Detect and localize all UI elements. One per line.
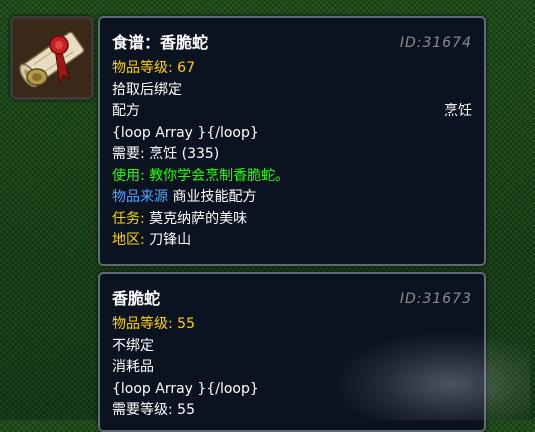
recipe-scroll-icon [13, 19, 91, 97]
zone-value[interactable]: 刀锋山 [149, 232, 191, 248]
quest-row: 任务: 莫克纳萨的美味 [112, 209, 472, 231]
tooltip-header: 香脆蛇 ID:31673 [112, 286, 472, 312]
item-level-row: 物品等级: 55 [112, 314, 472, 336]
item-icon-frame[interactable] [10, 16, 94, 100]
item-level-value: 67 [177, 60, 195, 76]
zone-row: 地区: 刀锋山 [112, 230, 472, 252]
item-type: 配方 [112, 103, 140, 119]
item-type: 消耗品 [112, 359, 154, 375]
zone-label: 地区: [112, 232, 145, 248]
item-type-row: 配方 烹饪 [112, 101, 472, 123]
binding-text: 拾取后绑定 [112, 81, 182, 98]
loop-placeholder: {loop Array }{/loop} [112, 380, 259, 397]
binding-text: 不绑定 [112, 337, 154, 354]
source-value: 商业技能配方 [172, 189, 257, 205]
loop-placeholder: {loop Array }{/loop} [112, 124, 259, 141]
source-row: 物品来源 商业技能配方 [112, 187, 472, 209]
recipe-tooltip: 食谱：香脆蛇 ID:31674 物品等级: 67 拾取后绑定 配方 烹饪 {lo… [98, 16, 486, 266]
item-level-row: 物品等级: 67 [112, 58, 472, 80]
requirement-text: 需要: 烹饪 (335) [112, 146, 220, 162]
item-tooltip: 香脆蛇 ID:31673 物品等级: 55 不绑定 消耗品 {loop Arra… [98, 272, 486, 432]
source-label[interactable]: 物品来源 [112, 189, 168, 205]
item-level-label: 物品等级: [112, 316, 173, 332]
item-level-value: 55 [177, 316, 195, 332]
required-level-row: 需要等级: 55 [112, 400, 472, 422]
required-level-value: 55 [177, 402, 195, 418]
item-level-label: 物品等级: [112, 60, 173, 76]
item-id: ID:31673 [399, 291, 472, 307]
quest-value[interactable]: 莫克纳萨的美味 [149, 211, 247, 227]
item-title: 香脆蛇 [112, 289, 161, 308]
use-effect-text: 使用: 教你学会烹制香脆蛇。 [112, 167, 290, 184]
item-subtype: 烹饪 [444, 103, 472, 119]
quest-label: 任务: [112, 210, 145, 227]
item-id: ID:31674 [399, 35, 472, 51]
required-level-label: 需要等级: [112, 402, 173, 418]
item-title: 食谱：香脆蛇 [112, 33, 209, 52]
tooltip-header: 食谱：香脆蛇 ID:31674 [112, 30, 472, 56]
